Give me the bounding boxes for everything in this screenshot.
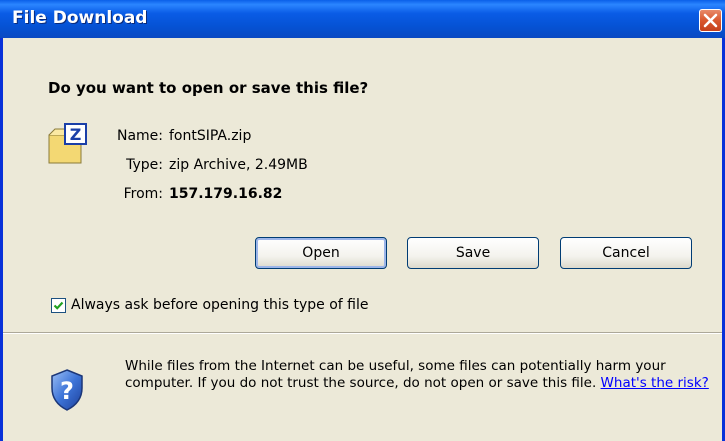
zip-archive-icon: Z: [48, 123, 87, 164]
security-shield-icon: ?: [51, 369, 83, 411]
file-type-row: Type: zip Archive, 2.49MB: [99, 157, 308, 173]
from-label: From:: [123, 186, 163, 202]
warning-text: While files from the Internet can be use…: [125, 358, 666, 391]
checkmark-icon: [53, 301, 64, 310]
dialog-question: Do you want to open or save this file?: [48, 79, 369, 97]
separator-highlight: [3, 333, 722, 334]
type-label: Type:: [126, 157, 163, 173]
file-download-dialog: File Download Do you want to open or sav…: [0, 0, 725, 441]
file-from-row: From: 157.179.16.82: [99, 186, 283, 202]
file-name-row: Name: fontSIPA.zip: [99, 128, 251, 144]
open-button[interactable]: Open: [255, 237, 387, 269]
cancel-button[interactable]: Cancel: [560, 237, 692, 269]
close-icon: [703, 13, 718, 28]
title-bar[interactable]: File Download: [0, 0, 725, 38]
close-button[interactable]: [699, 9, 722, 32]
file-type-value: zip Archive, 2.49MB: [169, 157, 308, 173]
svg-text:?: ?: [60, 377, 74, 405]
name-label: Name:: [116, 128, 163, 144]
save-button[interactable]: Save: [407, 237, 539, 269]
whats-the-risk-link[interactable]: What's the risk?: [601, 375, 709, 391]
window-title: File Download: [12, 8, 148, 28]
svg-text:Z: Z: [70, 125, 82, 144]
file-from-value: 157.179.16.82: [169, 186, 283, 202]
file-name-value: fontSIPA.zip: [169, 128, 252, 144]
always-ask-checkbox[interactable]: [51, 298, 66, 313]
always-ask-label: Always ask before opening this type of f…: [71, 297, 369, 313]
security-warning: While files from the Internet can be use…: [125, 358, 715, 392]
